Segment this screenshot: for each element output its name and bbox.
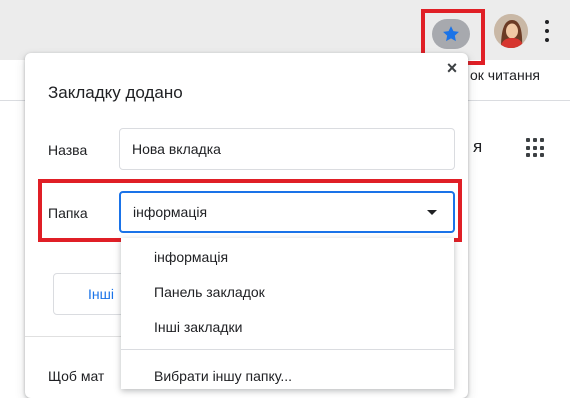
- dropdown-option[interactable]: інформація: [154, 249, 228, 265]
- name-label: Назва: [48, 142, 88, 158]
- choose-other-folder-option[interactable]: Вибрати іншу папку...: [154, 368, 292, 384]
- profile-avatar[interactable]: [494, 14, 528, 48]
- folder-dropdown-menu: інформація Панель закладок Інші закладки…: [121, 238, 454, 389]
- bookmark-name-input[interactable]: [119, 128, 455, 170]
- dropdown-option[interactable]: Інші закладки: [154, 319, 242, 335]
- dropdown-divider: [121, 349, 454, 350]
- dialog-hint-text: Щоб мат: [48, 368, 105, 384]
- more-button[interactable]: Інші: [53, 273, 125, 315]
- apps-grid-icon[interactable]: [526, 138, 546, 158]
- folder-highlight-box: [38, 179, 462, 242]
- kebab-menu-icon[interactable]: [544, 20, 550, 42]
- dialog-title: Закладку додано: [48, 83, 183, 102]
- dropdown-option[interactable]: Панель закладок: [154, 284, 265, 300]
- bookmarks-bar-reading-list[interactable]: ок читання: [470, 67, 540, 83]
- close-icon[interactable]: ×: [442, 58, 462, 78]
- dialog-divider: [25, 336, 125, 337]
- background-partial-text: я: [473, 137, 483, 156]
